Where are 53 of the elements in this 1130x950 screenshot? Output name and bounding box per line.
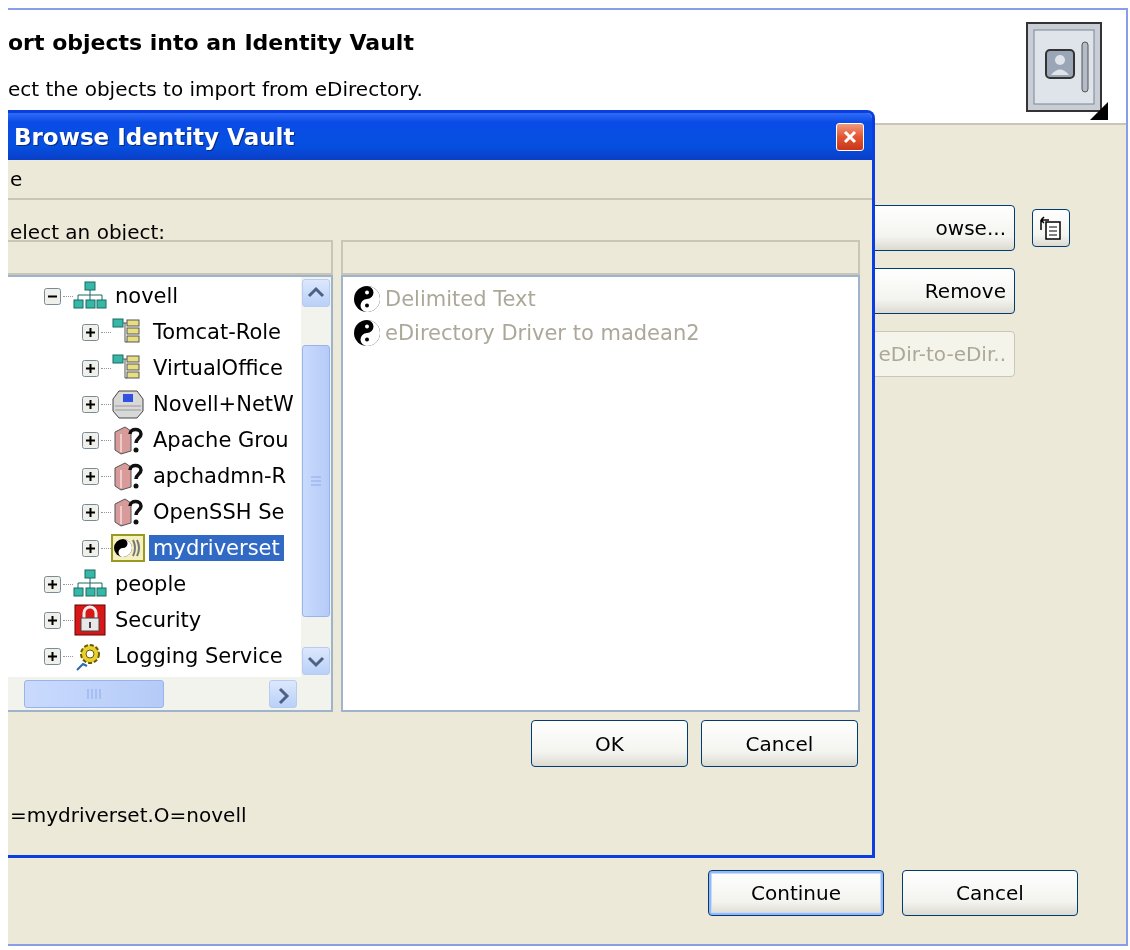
tree-item[interactable]: OpenSSH Se xyxy=(149,499,289,525)
close-icon xyxy=(842,128,858,145)
footer-button[interactable]: Continue xyxy=(708,870,884,916)
scroll-up-icon[interactable] xyxy=(302,279,330,307)
scroll-down-icon[interactable] xyxy=(302,647,330,675)
scroll-thumb[interactable] xyxy=(302,345,330,617)
tree-item[interactable]: Apache Grou xyxy=(149,427,293,453)
tree-item[interactable]: novell xyxy=(111,283,183,309)
footer-button[interactable]: Cancel xyxy=(902,870,1078,916)
tree-item[interactable]: Novell+NetW xyxy=(149,391,298,417)
yin-yang-icon xyxy=(353,319,381,347)
safe-icon xyxy=(1026,22,1108,120)
padlock-icon xyxy=(73,604,107,636)
box-question-icon xyxy=(111,424,145,456)
expand-icon[interactable] xyxy=(82,359,99,377)
expand-icon[interactable] xyxy=(82,467,99,485)
tree-item[interactable]: VirtualOffice xyxy=(149,355,287,381)
prompt-label: elect an object: xyxy=(9,219,167,240)
menu-item[interactable]: e xyxy=(10,167,23,191)
expand-icon[interactable] xyxy=(44,647,61,665)
expand-icon[interactable] xyxy=(44,611,61,629)
tree-item[interactable]: apchadmn-R xyxy=(149,463,291,489)
box-question-icon xyxy=(111,496,145,528)
tree-item[interactable]: Tomcat-Role xyxy=(149,319,286,345)
yin-yang-icon xyxy=(353,285,381,313)
horizontal-scrollbar[interactable] xyxy=(8,677,331,710)
expand-icon[interactable] xyxy=(44,575,61,593)
tree-item[interactable]: Logging Service xyxy=(111,643,287,669)
expand-icon[interactable] xyxy=(82,323,99,341)
expand-icon[interactable] xyxy=(82,395,99,413)
collapse-icon[interactable] xyxy=(44,287,61,305)
expand-icon[interactable] xyxy=(82,503,99,521)
scroll-right-icon[interactable] xyxy=(269,679,297,708)
org-chart-icon xyxy=(73,280,107,312)
yin-yang-icon xyxy=(111,532,145,564)
insert-list-icon xyxy=(1038,214,1064,242)
close-button[interactable] xyxy=(836,122,864,151)
expand-icon[interactable] xyxy=(82,431,99,449)
dialog-button[interactable]: Cancel xyxy=(701,720,858,767)
org-chart-icon xyxy=(73,568,107,600)
page-title: ort objects into an Identity Vault xyxy=(8,30,415,55)
box-question-icon xyxy=(111,460,145,492)
tree-item[interactable]: Security xyxy=(111,607,206,633)
insert-icon-button[interactable] xyxy=(1032,209,1070,247)
dialog-button[interactable]: OK xyxy=(531,720,688,767)
scroll-thumb[interactable] xyxy=(24,679,164,708)
tree-item[interactable]: mydriverset xyxy=(149,535,284,561)
dialog-title: Browse Identity Vault xyxy=(14,123,295,150)
tree-item[interactable]: people xyxy=(111,571,191,597)
vertical-scrollbar[interactable] xyxy=(301,277,331,677)
page-subtitle: ect the objects to import from eDirectory. xyxy=(8,77,423,101)
selected-path: =mydriverset.O=novell xyxy=(9,802,248,827)
expand-icon[interactable] xyxy=(82,539,99,557)
